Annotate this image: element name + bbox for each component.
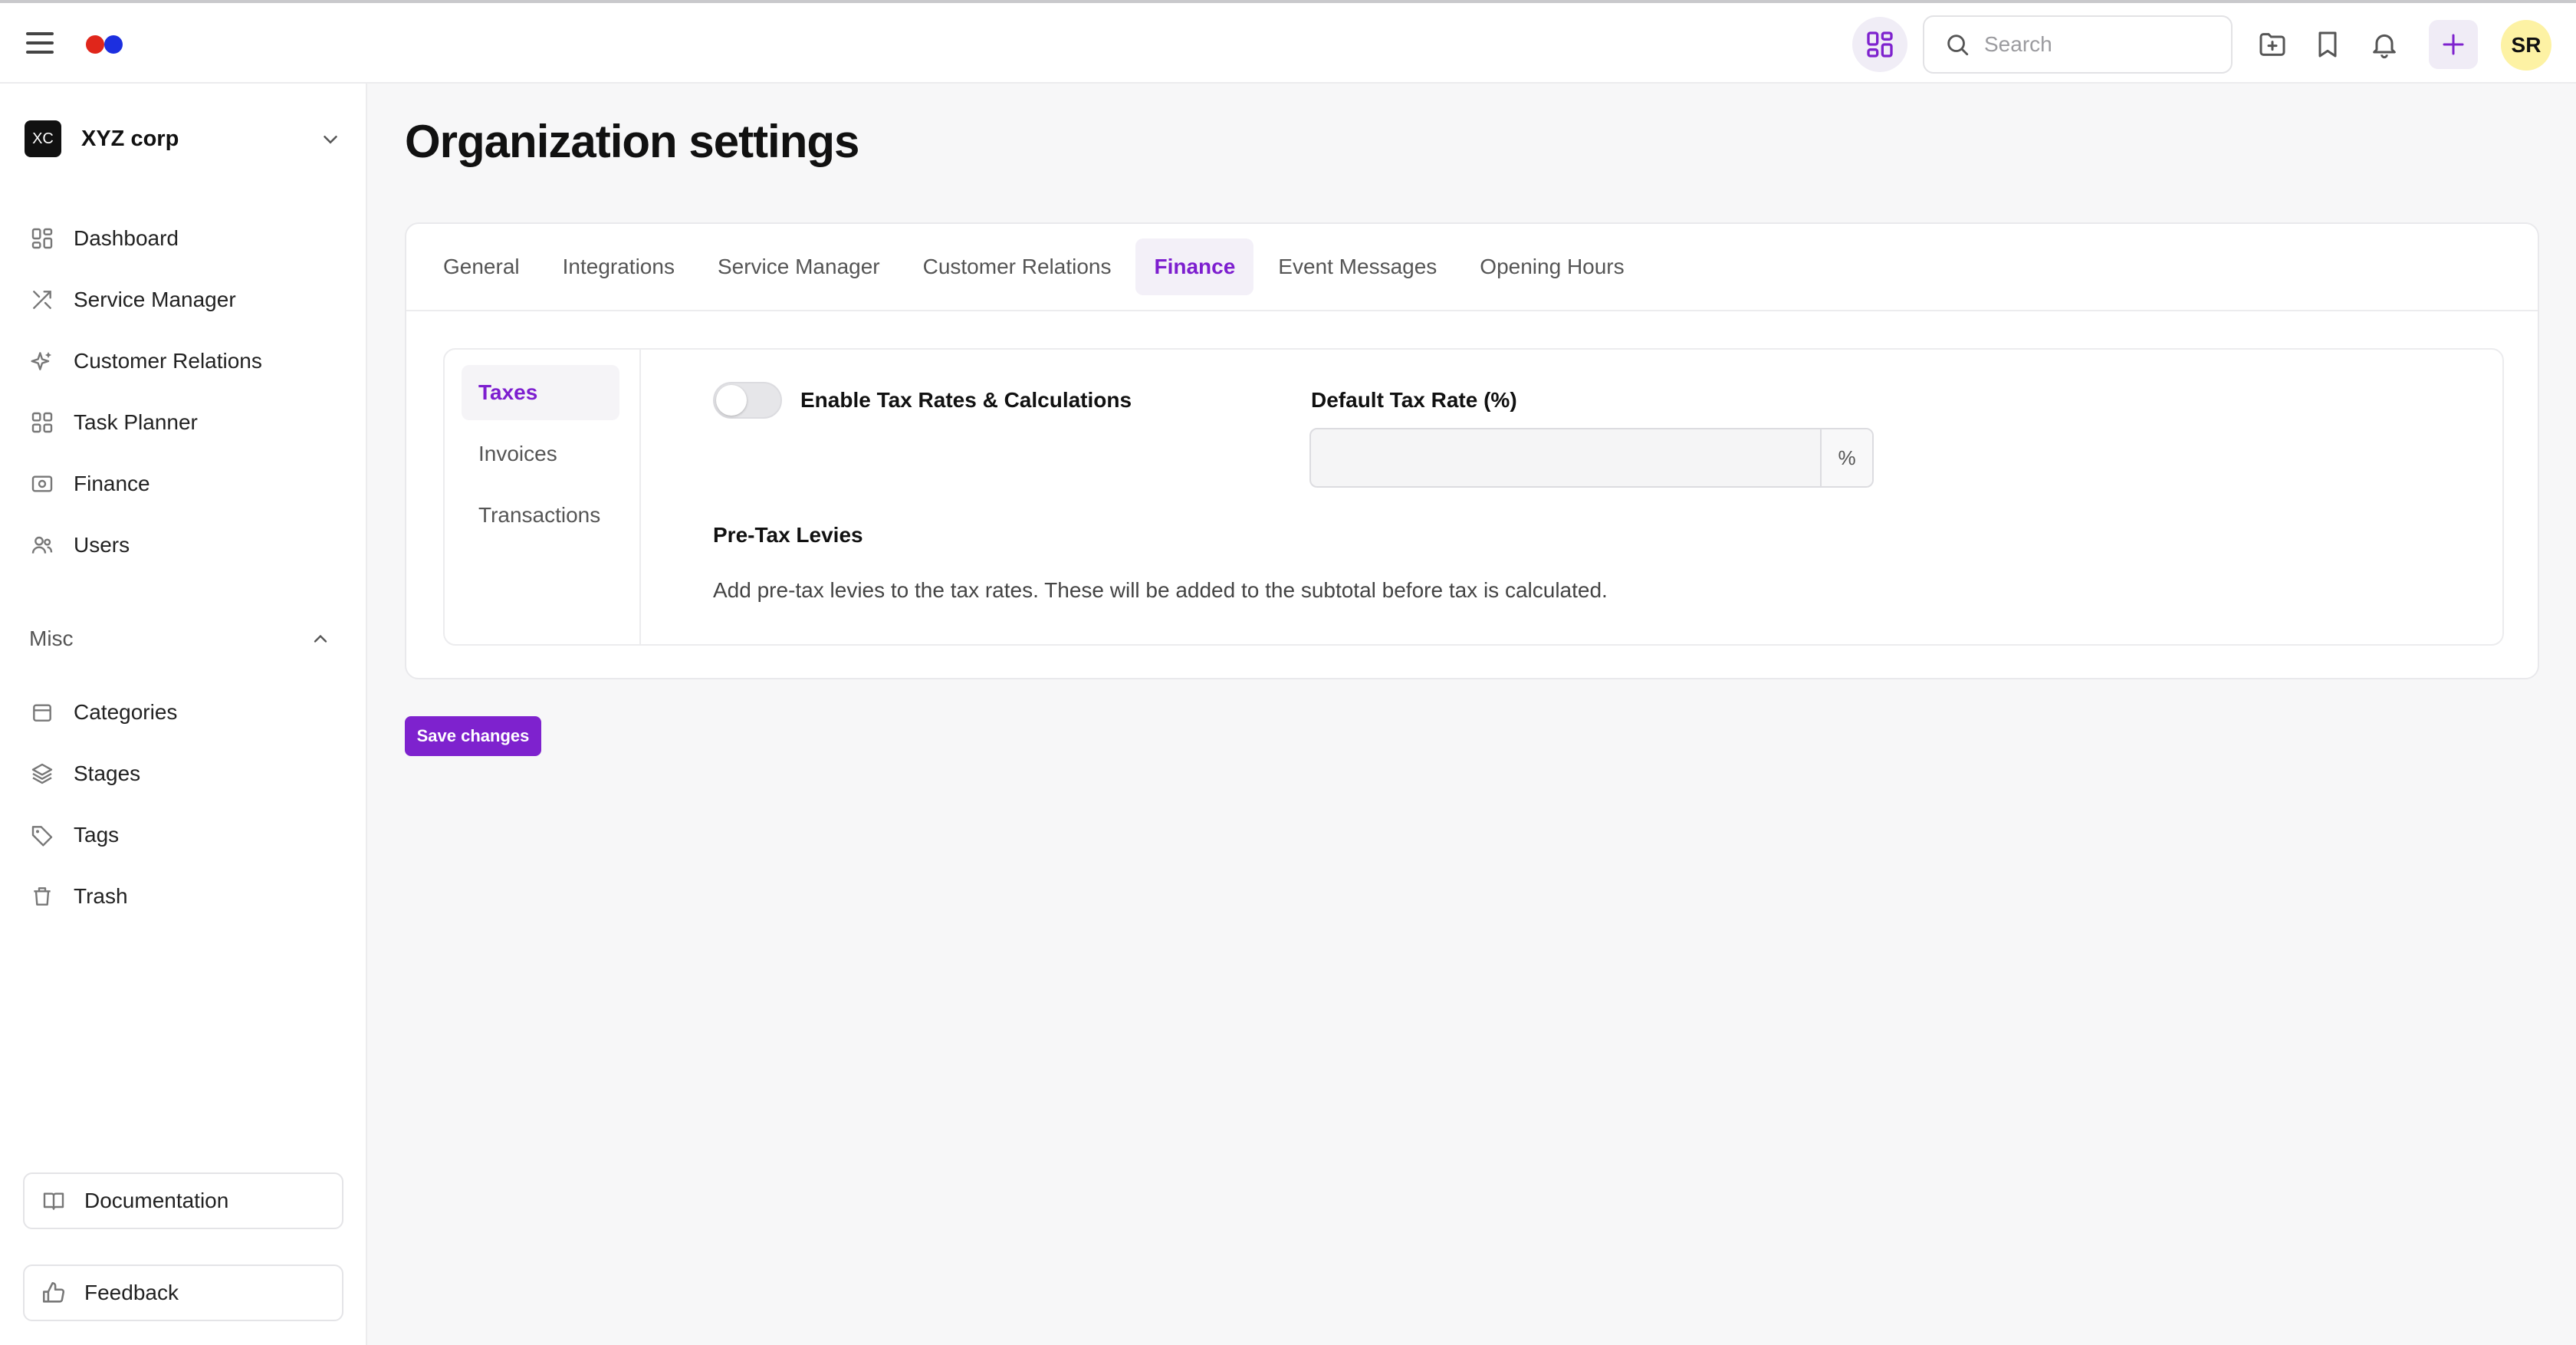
tab-finance[interactable]: Finance (1135, 238, 1254, 295)
tab-customer-relations[interactable]: Customer Relations (905, 238, 1130, 295)
search-box[interactable] (1923, 15, 2233, 74)
misc-section-label: Misc (29, 626, 74, 650)
feedback-button[interactable]: Feedback (23, 1264, 343, 1321)
sidebar-item-label: Trash (74, 884, 128, 908)
tag-icon (29, 822, 55, 848)
subnav-taxes[interactable]: Taxes (462, 365, 619, 420)
tab-event-messages[interactable]: Event Messages (1260, 238, 1455, 295)
main-nav: Dashboard Service Manager Customer Relat… (0, 208, 367, 576)
search-input[interactable] (1984, 32, 2214, 57)
brand-logo[interactable] (86, 35, 123, 54)
sidebar-item-stages[interactable]: Stages (0, 743, 367, 804)
menu-icon[interactable] (26, 32, 54, 54)
create-button[interactable] (2429, 20, 2478, 69)
sidebar-item-users[interactable]: Users (0, 515, 367, 576)
sidebar-item-categories[interactable]: Categories (0, 682, 367, 743)
pre-tax-levies-title: Pre-Tax Levies (713, 523, 863, 547)
feedback-label: Feedback (84, 1281, 179, 1304)
default-tax-rate-label: Default Tax Rate (%) (1311, 388, 1517, 412)
tax-rates-toggle[interactable] (713, 382, 782, 419)
search-icon (1947, 35, 1969, 56)
org-badge: XC (25, 120, 61, 157)
apps-grid-button[interactable] (1852, 17, 1907, 72)
sidebar-item-label: Customer Relations (74, 349, 262, 373)
dashboard-icon (29, 225, 55, 252)
misc-section-toggle[interactable]: Misc (29, 620, 331, 657)
save-changes-button[interactable]: Save changes (405, 716, 541, 756)
sidebar-item-task-planner[interactable]: Task Planner (0, 392, 367, 453)
tab-opening-hours[interactable]: Opening Hours (1461, 238, 1642, 295)
default-tax-rate-field[interactable]: % (1309, 428, 1874, 488)
toggle-knob (716, 385, 747, 416)
sidebar-item-label: Stages (74, 761, 141, 785)
sidebar-item-label: Task Planner (74, 410, 198, 434)
sparkle-icon (29, 348, 55, 374)
default-tax-rate-input[interactable] (1311, 429, 1820, 486)
sidebar: XC XYZ corp Dashboard Service Manager Cu… (0, 84, 367, 1345)
tab-general[interactable]: General (425, 238, 538, 295)
settings-tabs: General Integrations Service Manager Cus… (406, 224, 2538, 311)
tools-icon (29, 287, 55, 313)
org-name: XYZ corp (81, 126, 179, 151)
finance-subnav: Taxes Invoices Transactions (445, 350, 641, 644)
sidebar-item-customer-relations[interactable]: Customer Relations (0, 330, 367, 392)
tab-service-manager[interactable]: Service Manager (699, 238, 899, 295)
settings-card: General Integrations Service Manager Cus… (405, 222, 2539, 679)
chevron-up-icon (314, 634, 327, 643)
finance-panel: Taxes Invoices Transactions Enable Tax R… (443, 348, 2504, 646)
archive-icon (29, 699, 55, 725)
bell-icon[interactable] (2366, 26, 2403, 63)
org-switcher[interactable]: XC XYZ corp (25, 114, 342, 163)
sidebar-item-label: Dashboard (74, 226, 179, 250)
sidebar-item-label: Service Manager (74, 288, 236, 311)
book-icon (40, 1187, 67, 1215)
users-icon (29, 532, 55, 558)
sidebar-item-label: Tags (74, 823, 120, 847)
chevron-down-icon (324, 136, 337, 144)
thumbs-up-icon (40, 1279, 67, 1307)
pre-tax-levies-description: Add pre-tax levies to the tax rates. The… (713, 578, 1608, 602)
grid-icon (29, 409, 55, 436)
page-title: Organization settings (405, 116, 859, 167)
app-window: SR XC XYZ corp Dashboard Service Manager… (0, 0, 2576, 1345)
trash-icon (29, 883, 55, 909)
documentation-button[interactable]: Documentation (23, 1172, 343, 1229)
sidebar-item-tags[interactable]: Tags (0, 804, 367, 866)
subnav-invoices[interactable]: Invoices (462, 426, 619, 482)
tax-rates-toggle-label: Enable Tax Rates & Calculations (800, 388, 1132, 412)
plus-icon (2443, 34, 2464, 55)
top-bar: SR (0, 0, 2576, 84)
bookmark-icon[interactable] (2309, 26, 2346, 63)
subnav-transactions[interactable]: Transactions (462, 488, 619, 543)
misc-nav: Categories Stages Tags Trash (0, 682, 367, 927)
sidebar-item-dashboard[interactable]: Dashboard (0, 208, 367, 269)
percent-unit: % (1820, 429, 1872, 486)
layers-icon (29, 761, 55, 787)
sidebar-item-label: Categories (74, 700, 178, 724)
folder-add-icon[interactable] (2254, 26, 2291, 63)
sidebar-item-trash[interactable]: Trash (0, 866, 367, 927)
apps-grid-icon (1867, 31, 1893, 58)
sidebar-item-finance[interactable]: Finance (0, 453, 367, 515)
user-avatar[interactable]: SR (2501, 20, 2551, 71)
tab-integrations[interactable]: Integrations (544, 238, 693, 295)
money-icon (29, 471, 55, 497)
documentation-label: Documentation (84, 1189, 229, 1212)
sidebar-item-label: Finance (74, 472, 150, 495)
sidebar-item-label: Users (74, 533, 130, 557)
sidebar-item-service-manager[interactable]: Service Manager (0, 269, 367, 330)
